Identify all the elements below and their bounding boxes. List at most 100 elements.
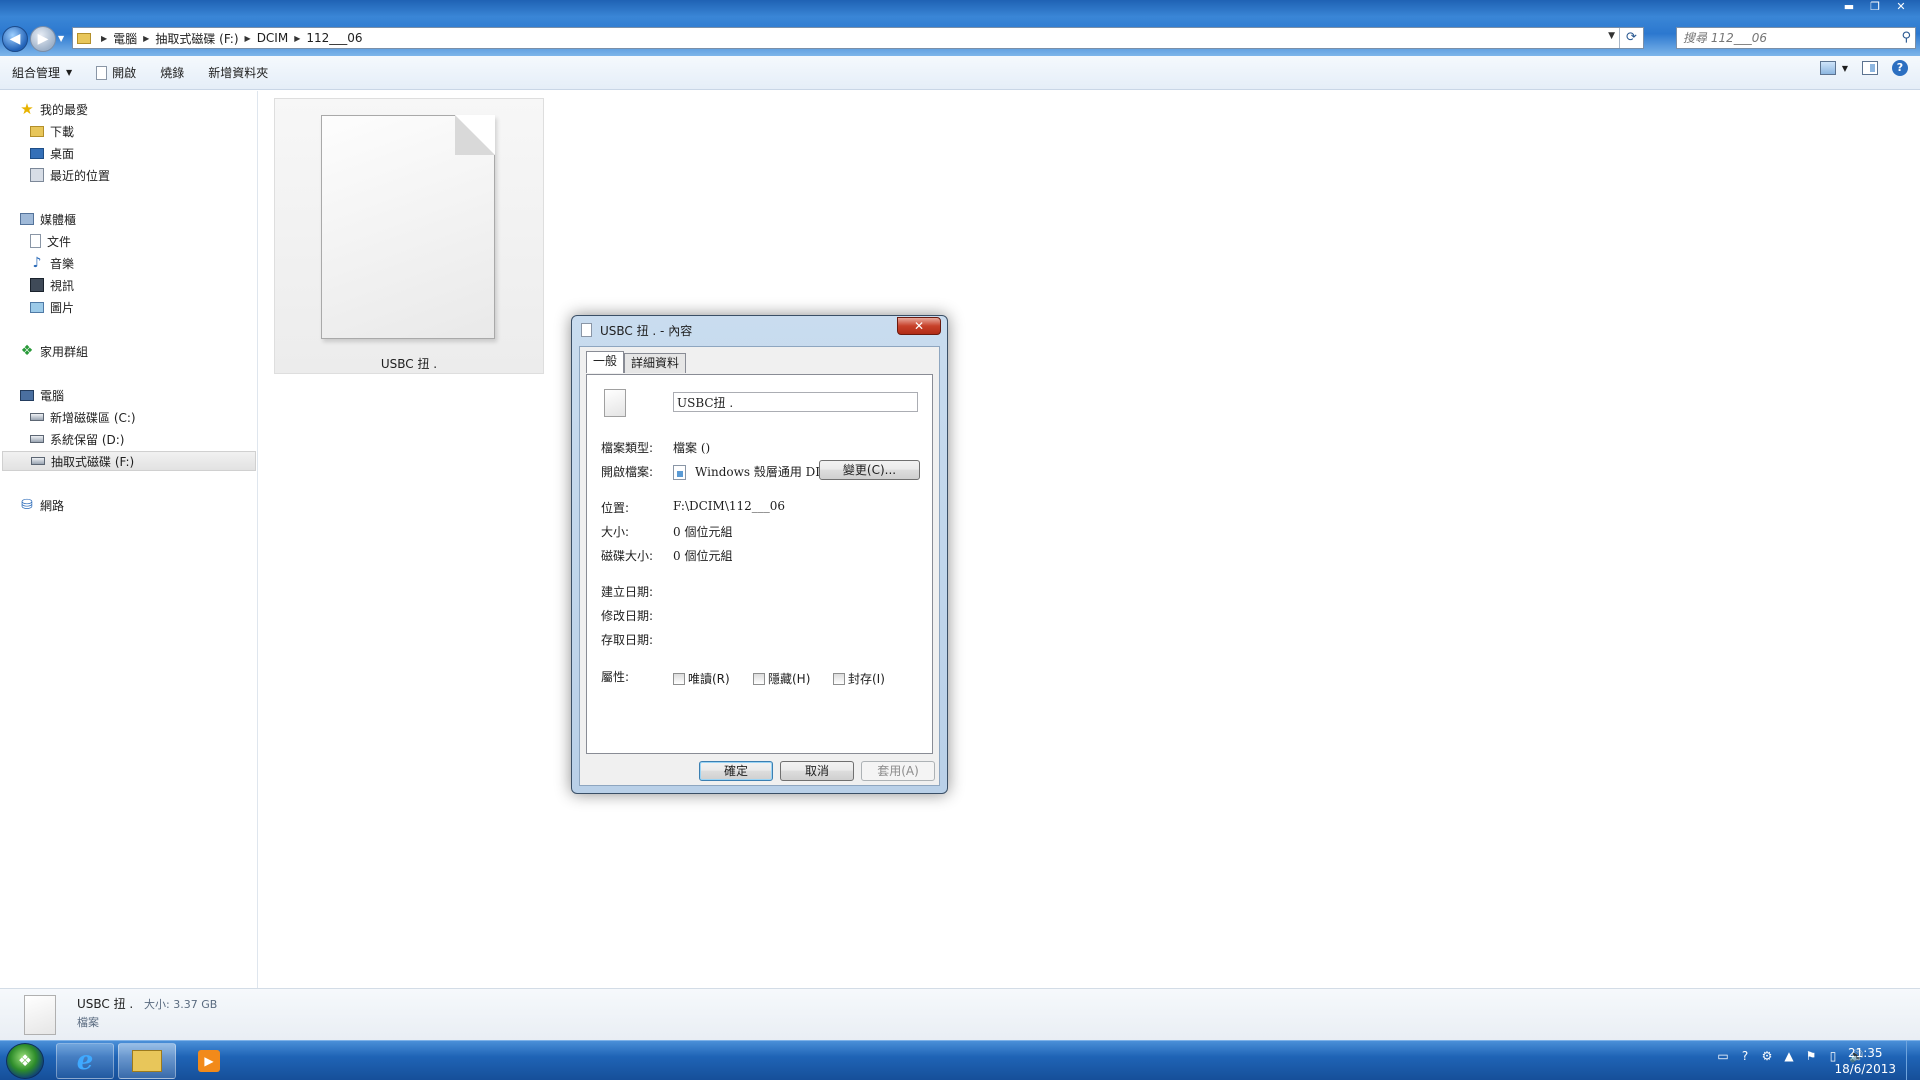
nav-item-label: 視訊: [50, 278, 75, 293]
nav-computer-label: 電腦: [40, 388, 65, 403]
command-bar-right: ▼ ?: [1819, 60, 1908, 76]
opens-with-value: Windows 殼層通用 DI: [695, 465, 821, 479]
search-input[interactable]: [1683, 31, 1883, 45]
back-button[interactable]: ◀: [2, 26, 28, 52]
taskbar-internet-explorer[interactable]: e: [56, 1043, 114, 1079]
disk-size-value: 0 個位元組: [673, 549, 733, 563]
search-box[interactable]: ⚲: [1676, 27, 1916, 49]
preview-pane-icon[interactable]: [1862, 61, 1878, 75]
file-type-value: 檔案 (): [673, 441, 711, 455]
address-history-dropdown[interactable]: ▼: [1608, 31, 1615, 41]
chevron-down-icon: ▼: [1841, 63, 1848, 73]
dialog-body: 一般 詳細資料 檔案類型: 檔案 () 開啟檔案: Windows 殼層通用 D…: [579, 346, 940, 786]
drive-icon: [30, 413, 44, 421]
nav-libraries[interactable]: 媒體櫃: [20, 209, 76, 229]
organize-button[interactable]: 組合管理 ▼: [0, 60, 84, 86]
nav-item-label: 桌面: [50, 146, 75, 161]
details-file-size: 大小: 3.37 GB: [144, 998, 218, 1011]
breadcrumb-drive-f[interactable]: 抽取式磁碟 (F:): [155, 30, 238, 47]
folder-icon: [77, 32, 91, 44]
nav-network[interactable]: ⛁ 網路: [20, 495, 64, 515]
hidden-checkbox[interactable]: 隱藏(H): [753, 670, 810, 687]
burn-label: 燒錄: [160, 66, 185, 80]
search-icon[interactable]: ⚲: [1901, 30, 1911, 45]
checkbox-label: 唯讀(R): [688, 672, 730, 686]
cancel-button[interactable]: 取消: [780, 761, 854, 781]
accessed-label: 存取日期:: [601, 633, 654, 647]
nav-item-pictures[interactable]: 圖片: [30, 297, 74, 317]
ok-button[interactable]: 確定: [699, 761, 773, 781]
nav-item-downloads[interactable]: 下載: [30, 121, 74, 141]
maximize-button[interactable]: ❐: [1862, 0, 1888, 16]
breadcrumb-computer[interactable]: 電腦: [113, 30, 137, 47]
nav-computer[interactable]: 電腦: [20, 385, 64, 405]
file-document-icon: [604, 389, 626, 417]
nav-item-desktop[interactable]: 桌面: [30, 143, 74, 163]
flag-icon[interactable]: ⚑: [1805, 1049, 1817, 1063]
chevron-right-icon[interactable]: ▶: [294, 34, 300, 43]
windows-logo-icon: ❖: [17, 1051, 33, 1070]
breadcrumb-current-folder[interactable]: 112___06: [306, 31, 362, 45]
nav-item-recent-places[interactable]: 最近的位置: [30, 165, 110, 185]
change-view-button[interactable]: ▼: [1819, 61, 1848, 75]
nav-favorites[interactable]: ★ 我的最愛: [20, 99, 88, 119]
nav-item-documents[interactable]: 文件: [30, 231, 71, 251]
refresh-button[interactable]: ⟳: [1619, 28, 1643, 48]
file-item[interactable]: USBC 扭 .: [274, 98, 544, 374]
address-bar[interactable]: ▶ 電腦 ▶ 抽取式磁碟 (F:) ▶ DCIM ▶ 112___06 ▼ ⟳: [72, 27, 1644, 49]
drive-icon: [30, 435, 44, 443]
readonly-checkbox[interactable]: 唯讀(R): [673, 670, 730, 687]
nav-item-videos[interactable]: 視訊: [30, 275, 74, 295]
change-button[interactable]: 變更(C)...: [819, 460, 920, 480]
nav-item-label: 下載: [50, 124, 75, 139]
breadcrumb-dcim[interactable]: DCIM: [257, 31, 289, 45]
help-icon[interactable]: ?: [1892, 60, 1908, 76]
archive-checkbox[interactable]: 封存(I): [833, 670, 885, 687]
document-icon: [30, 234, 41, 248]
star-icon: ★: [20, 100, 34, 118]
clock[interactable]: 21:35 18/6/2013: [1834, 1045, 1896, 1077]
forward-button[interactable]: ▶: [30, 26, 56, 52]
nav-homegroup-label: 家用群組: [40, 344, 89, 359]
details-file-name: USBC 扭 .: [77, 997, 134, 1011]
show-hidden-icons-icon[interactable]: ▲: [1783, 1049, 1795, 1063]
taskbar-windows-explorer[interactable]: [118, 1043, 176, 1079]
organize-label: 組合管理: [12, 66, 61, 80]
action-center-icon[interactable]: ▭: [1717, 1049, 1729, 1063]
start-button[interactable]: ❖: [6, 1043, 44, 1079]
file-document-icon: [321, 115, 495, 339]
command-bar: 組合管理 ▼ 開啟 燒錄 新增資料夾 ▼ ?: [0, 56, 1920, 90]
show-desktop-button[interactable]: [1906, 1041, 1920, 1080]
taskbar-media-player[interactable]: ▶: [180, 1043, 238, 1079]
file-name-label: USBC 扭 .: [380, 357, 438, 371]
checkbox-label: 封存(I): [848, 672, 885, 686]
nav-item-drive-d[interactable]: 系統保留 (D:): [30, 429, 124, 449]
dialog-close-button[interactable]: ✕: [897, 317, 941, 335]
chevron-right-icon[interactable]: ▶: [245, 34, 251, 43]
created-label: 建立日期:: [601, 585, 654, 599]
open-button[interactable]: 開啟: [84, 60, 148, 86]
tab-general[interactable]: 一般: [586, 351, 625, 373]
burn-button[interactable]: 燒錄: [148, 60, 196, 86]
help-tray-icon[interactable]: ?: [1739, 1049, 1751, 1063]
tab-details[interactable]: 詳細資料: [624, 353, 687, 373]
open-label: 開啟: [112, 66, 137, 80]
apply-button[interactable]: 套用(A): [861, 761, 935, 781]
recent-pages-dropdown[interactable]: ▼: [58, 34, 68, 44]
view-icon: [1819, 61, 1836, 75]
nav-item-music[interactable]: ♪ 音樂: [30, 253, 74, 273]
file-name-field[interactable]: [673, 392, 918, 412]
nav-item-label: 圖片: [50, 300, 75, 315]
dialog-title: USBC 扭 . - 內容: [600, 324, 693, 338]
settings-tray-icon[interactable]: ⚙: [1761, 1049, 1773, 1063]
nav-item-drive-f[interactable]: 抽取式磁碟 (F:): [2, 451, 256, 471]
nav-homegroup[interactable]: ❖ 家用群組: [20, 341, 88, 361]
nav-item-drive-c[interactable]: 新增磁碟區 (C:): [30, 407, 136, 427]
file-document-icon: [24, 995, 56, 1035]
location-label: 位置:: [601, 501, 630, 515]
clock-date: 18/6/2013: [1834, 1062, 1896, 1076]
close-window-button[interactable]: ✕: [1888, 0, 1914, 16]
new-folder-button[interactable]: 新增資料夾: [196, 60, 280, 86]
chevron-right-icon[interactable]: ▶: [143, 34, 149, 43]
minimize-button[interactable]: ▬: [1836, 0, 1862, 16]
